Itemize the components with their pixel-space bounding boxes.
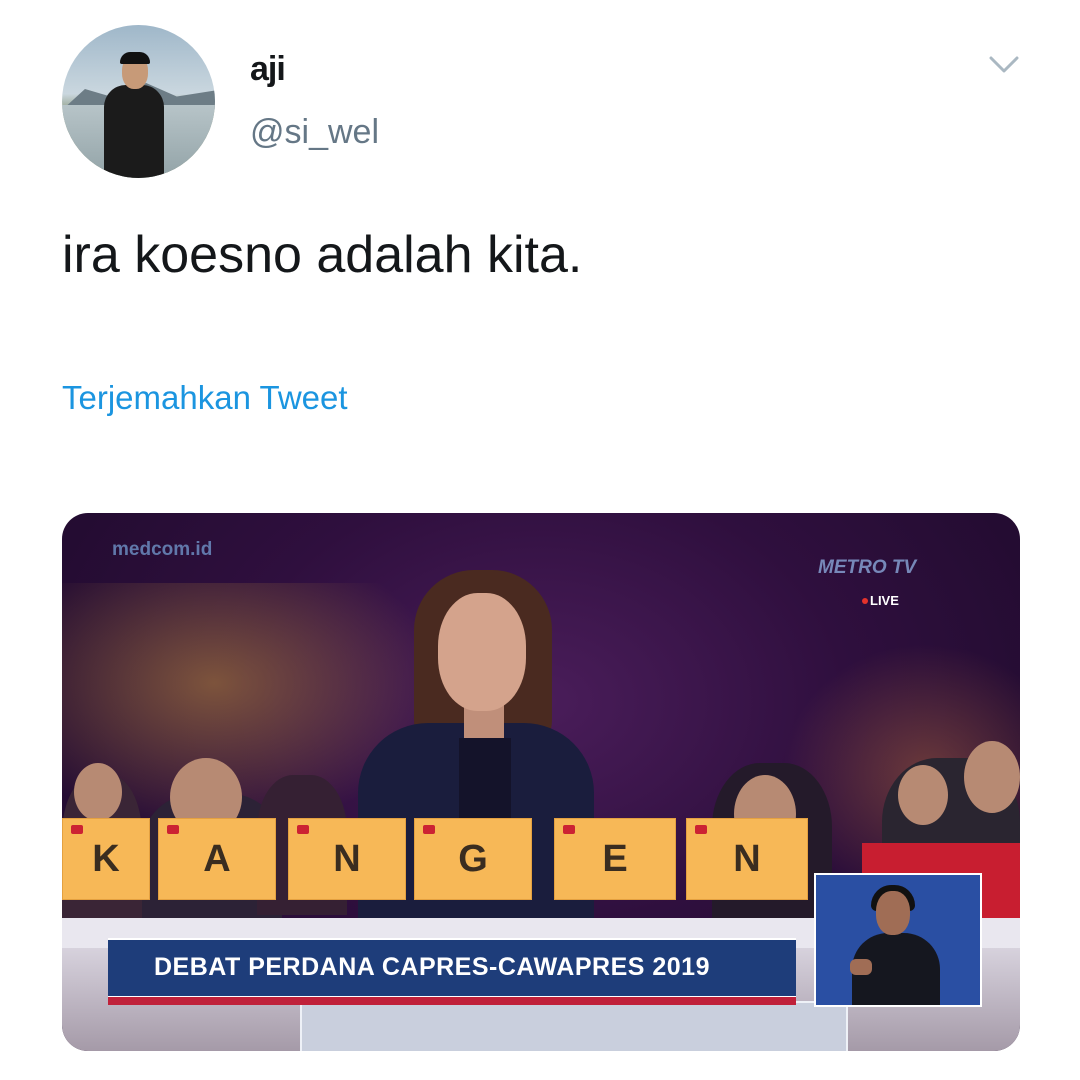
author-handle[interactable]: @si_wel	[250, 113, 379, 152]
live-label: LIVE	[870, 593, 899, 608]
letter-card: K	[62, 818, 150, 900]
chevron-down-icon[interactable]	[988, 54, 1020, 76]
debate-banner-text: DEBAT PERDANA CAPRES-CAWAPRES 2019	[154, 953, 710, 981]
letter-card: A	[158, 818, 276, 900]
podium	[300, 1001, 848, 1051]
translate-tweet-link[interactable]: Terjemahkan Tweet	[62, 379, 348, 417]
tweet-text: ira koesno adalah kita.	[62, 226, 583, 284]
live-dot-icon	[862, 598, 868, 604]
letter-card: N	[686, 818, 808, 900]
profile-avatar[interactable]	[62, 25, 215, 178]
tweet-media-image[interactable]: medcom.id METRO TV LIVE K A N G E N DEBA…	[62, 513, 1020, 1051]
letter-card: N	[288, 818, 406, 900]
letter-card: G	[414, 818, 532, 900]
metrotv-logo: METRO TV	[818, 557, 917, 578]
author-name[interactable]: aji	[250, 50, 286, 89]
letter-card: E	[554, 818, 676, 900]
medcom-watermark: medcom.id	[112, 539, 213, 560]
